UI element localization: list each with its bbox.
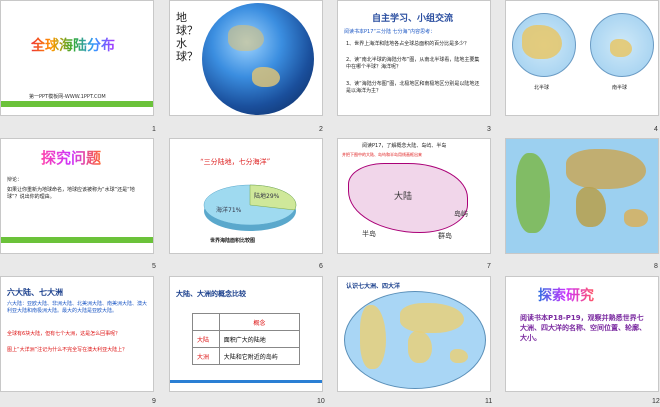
oval-land-eurasia <box>400 303 464 333</box>
table-row-name: 大洲 <box>192 347 220 365</box>
slide-number-10: 10 <box>317 398 325 405</box>
slide-3-item-1: 1、世界上海洋和陆地各占全球总面积的百分比是多少？ <box>346 41 470 47</box>
slide-number-2: 2 <box>319 126 323 133</box>
north-land-shape <box>522 25 562 59</box>
asia-shape <box>228 25 264 51</box>
oval-land-africa <box>408 331 432 363</box>
table-row-name: 大陆 <box>192 330 220 348</box>
slide-5-heading: 辩论： <box>7 177 23 183</box>
slide-number-5: 5 <box>152 263 156 270</box>
slide-9-para-1: 六大陆：亚欧大陆、非洲大陆、北美洲大陆、南美洲大陆、澳大利亚大陆和南极洲大陆。最… <box>7 301 148 314</box>
table-corner <box>192 313 220 331</box>
map-land-eurasia <box>566 149 646 189</box>
slide-3-lead: 阅读书本P17“三分陆 七分海”内容思考： <box>344 29 436 35</box>
slide-thumbnail-3[interactable]: 自主学习、小组交流 阅读书本P17“三分陆 七分海”内容思考： 1、世界上海洋和… <box>337 0 491 116</box>
slide-1-footer: 第一PPT模板网-WWW.1PPT.COM <box>29 94 106 100</box>
slide-number-9: 9 <box>152 398 156 405</box>
slide-3-item-2: 2、读“南北半球的海陆分布”图，从南北半球看，陆地主要集中在哪个半球？海洋呢？ <box>346 57 480 70</box>
concept-comparison-table: 概念 大陆 面积广大的陆地 大洲 大陆和它附近的岛屿 <box>192 313 301 365</box>
slide-9-para-3: 图上“大洋洲”注记为什么不完全写在澳大利亚大陆上？ <box>7 347 128 353</box>
slide-thumbnail-4[interactable]: 北半球 南半球 <box>505 0 659 116</box>
label-peninsula: 半岛 <box>362 230 376 238</box>
slide-number-6: 6 <box>319 263 323 270</box>
slide-thumbnail-1[interactable]: 全球海陆分布 第一PPT模板网-WWW.1PPT.COM 1 <box>0 0 154 116</box>
slide-5-body: 如果让你重新为地球命名，地球应该被称为“水球”还是“地球”？说出你的理由。 <box>7 187 135 200</box>
slide-7-note: 并把下图中的大陆、岛屿和半岛用线画框出来 <box>342 152 422 157</box>
slide-11-title: 认识七大洲、四大洋 <box>346 283 401 290</box>
slide-1-title: 全球海陆分布 <box>31 35 115 55</box>
map-land-africa <box>576 187 606 227</box>
land-ocean-pie-chart <box>203 184 297 231</box>
slide-thumbnail-9[interactable]: 六大陆、七大洲 六大陆：亚欧大陆、非洲大陆、北美洲大陆、南美洲大陆、澳大利亚大陆… <box>0 276 154 392</box>
slide-6-subtitle: “三分陆地，七分海洋” <box>200 158 271 166</box>
table-col-header: 概念 <box>218 313 301 331</box>
label-archipelago: 群岛 <box>438 232 452 240</box>
slide-number-12: 12 <box>652 398 660 405</box>
slide-7-lead: 阅读P17，了解概念大陆、岛屿、半岛 <box>362 143 447 149</box>
label-island: 岛屿 <box>454 210 468 218</box>
slide-3-item-3: 3、读“海陆分布图”图，北极地区和南极地区分别是以陆地还是以海洋为主？ <box>346 81 480 94</box>
slide-number-4: 4 <box>654 126 658 133</box>
slide-6-caption: 世界海陆面积比较图 <box>210 238 256 244</box>
south-land-shape <box>610 39 632 57</box>
slide-number-7: 7 <box>487 263 491 270</box>
label-continent: 大陆 <box>394 192 413 202</box>
slide-9-title: 六大陆、七大洲 <box>7 288 63 297</box>
slide-12-title: 探索研究 <box>538 285 594 305</box>
slide-thumbnail-8[interactable] <box>505 138 659 254</box>
australia-shape <box>252 67 280 87</box>
land-percent-label: 陆地29% <box>254 193 280 200</box>
slide-10-title: 大陆、大洲的概念比较 <box>176 290 246 298</box>
slide-12-body: 阅读书本P18-P19，观察并熟悉世界七大洲、四大洋的名称、空间位置、轮廓、大小… <box>520 314 646 342</box>
ocean-percent-label: 海洋71% <box>216 207 242 214</box>
oval-land-australia <box>450 349 468 363</box>
slide-number-1: 1 <box>152 126 156 133</box>
slide-thumbnail-10[interactable]: 大陆、大洲的概念比较 概念 大陆 面积广大的陆地 大洲 大陆和它附近的岛屿 <box>169 276 323 392</box>
south-hemisphere-label: 南半球 <box>612 85 628 91</box>
slide-sorter-grid: 全球海陆分布 第一PPT模板网-WWW.1PPT.COM 1 1 地球？水球？ … <box>0 0 660 407</box>
slide-10-bar <box>170 380 322 383</box>
table-row-desc: 面积广大的陆地 <box>218 330 301 348</box>
slide-thumbnail-5[interactable]: 探究问题 辩论： 如果让你重新为地球命名，地球应该被称为“水球”还是“地球”？说… <box>0 138 154 254</box>
slide-thumbnail-11[interactable]: 认识七大洲、四大洋 <box>337 276 491 392</box>
slide-5-title: 探究问题 <box>41 149 102 167</box>
north-hemisphere-label: 北半球 <box>534 85 550 91</box>
slide-2-question: 地球？水球？ <box>176 11 198 63</box>
slide-number-8: 8 <box>654 263 658 270</box>
slide-thumbnail-12[interactable]: 探索研究 阅读书本P18-P19，观察并熟悉世界七大洲、四大洋的名称、空间位置、… <box>505 276 659 392</box>
map-land-australia <box>624 209 648 227</box>
slide-5-bar <box>1 237 153 243</box>
slide-3-header: 自主学习、小组交流 <box>372 14 454 24</box>
earth-globe-image <box>202 3 314 115</box>
slide-number-11: 11 <box>485 398 493 405</box>
slide-9-para-2: 全球有6块大陆，但有七个大洲，这是怎么回事呢？ <box>7 331 121 337</box>
table-row-desc: 大陆和它附近的岛屿 <box>218 347 301 365</box>
slide-thumbnail-2[interactable]: 地球？水球？ <box>169 0 323 116</box>
slide-thumbnail-7[interactable]: 阅读P17，了解概念大陆、岛屿、半岛 并把下图中的大陆、岛屿和半岛用线画框出来 … <box>337 138 491 254</box>
slide-thumbnail-6[interactable]: “三分陆地，七分海洋” 陆地29% 海洋71% 世界海陆面积比较图 <box>169 138 323 254</box>
slide-1-bar <box>1 101 153 107</box>
slide-number-3: 3 <box>487 126 491 133</box>
